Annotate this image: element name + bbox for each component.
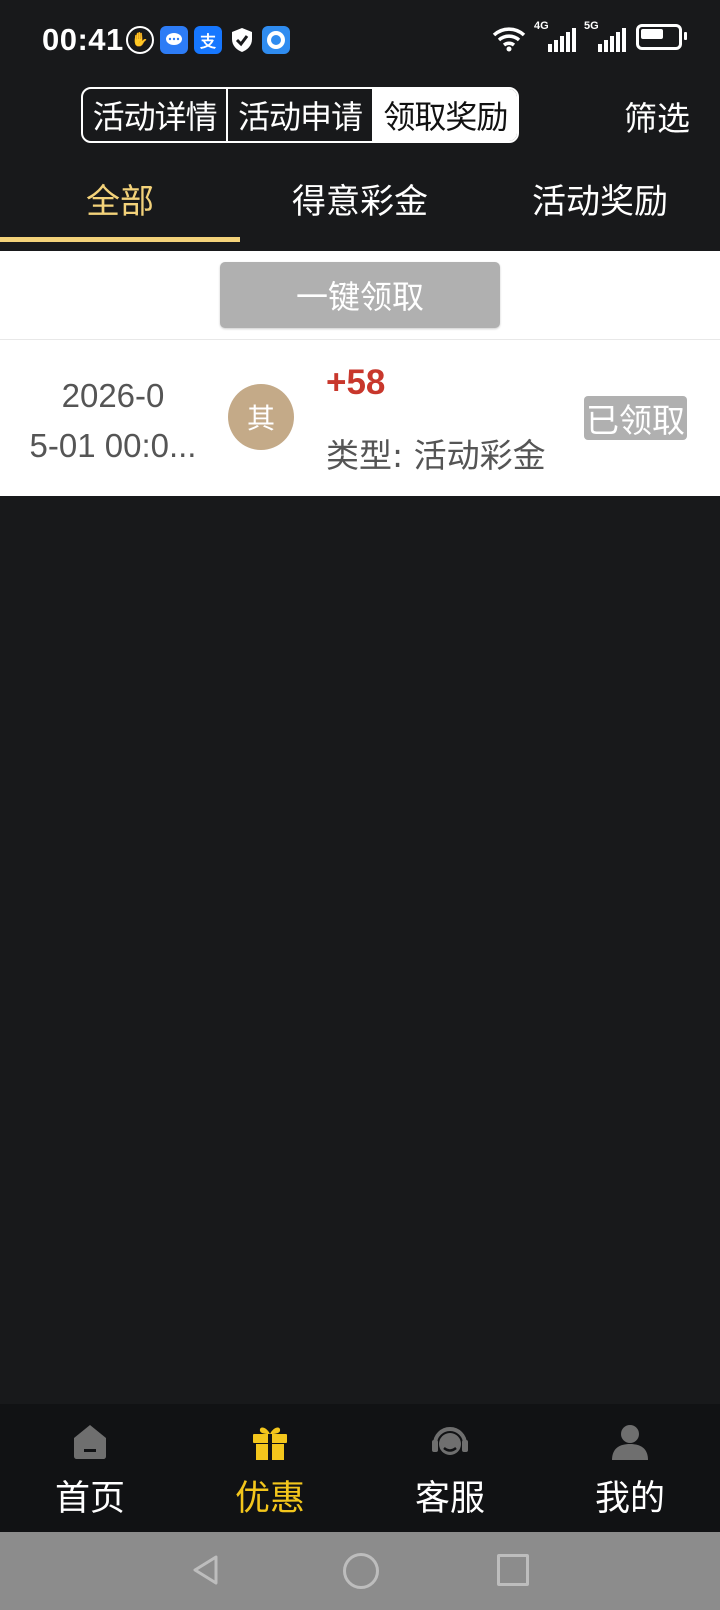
- bottom-nav: 首页 优惠 客服 我的: [0, 1404, 720, 1532]
- system-status-icons: 4G 5G: [492, 20, 687, 52]
- signal-5g-icon: 5G: [584, 20, 626, 52]
- nav-item-home[interactable]: 首页: [0, 1404, 180, 1532]
- signal-4g-icon: 4G: [534, 20, 576, 52]
- record-type: 类型: 活动彩金: [326, 436, 546, 475]
- recent-apps-icon[interactable]: [497, 1554, 529, 1586]
- claim-all-button[interactable]: 一键领取: [220, 262, 500, 328]
- back-icon[interactable]: [190, 1554, 222, 1586]
- message-app-icon: [160, 26, 188, 54]
- nav-label-mine: 我的: [594, 1479, 665, 1519]
- segment-activity-details[interactable]: 活动详情: [83, 89, 229, 141]
- tab-all[interactable]: 全部: [0, 160, 240, 242]
- category-tabs: 全部 得意彩金 活动奖励: [0, 160, 720, 242]
- status-bar: 00:41 ✋ 支 4G 5G: [0, 0, 720, 84]
- screen: 00:41 ✋ 支 4G 5G 活动详情 活动申请 领取奖励 筛选 全部 得意彩…: [0, 0, 720, 1610]
- nav-item-mine[interactable]: 我的: [540, 1404, 720, 1532]
- system-navigation-bar: [0, 1532, 720, 1610]
- record-amount: +58: [326, 363, 386, 402]
- home-icon: [74, 1425, 106, 1459]
- headset-icon: [432, 1427, 468, 1455]
- list-item: 2026-0 5-01 00:0... 其 +58 类型: 活动彩金 已领取: [0, 341, 720, 496]
- alipay-icon: 支: [194, 26, 222, 54]
- battery-icon: [636, 24, 687, 50]
- segment-activity-apply[interactable]: 活动申请: [228, 89, 374, 141]
- browser-app-icon: [262, 26, 290, 54]
- shield-check-icon: [228, 26, 256, 54]
- nav-item-support[interactable]: 客服: [360, 1404, 540, 1532]
- rewards-list: 一键领取 2026-0 5-01 00:0... 其 +58 类型: 活动彩金 …: [0, 251, 720, 496]
- status-badge: 已领取: [584, 396, 687, 440]
- status-time: 00:41: [42, 22, 124, 57]
- segment-claim-rewards[interactable]: 领取奖励: [373, 89, 517, 141]
- record-date-line1: 2026-0: [61, 377, 165, 414]
- tab-bonus[interactable]: 得意彩金: [240, 160, 480, 242]
- wifi-icon: [492, 27, 526, 52]
- notification-icons: ✋ 支: [126, 26, 290, 54]
- page-segment-control: 活动详情 活动申请 领取奖励: [81, 87, 519, 143]
- hand-stop-icon: ✋: [126, 26, 154, 54]
- nav-label-offers: 优惠: [234, 1479, 305, 1519]
- home-circle-icon[interactable]: [343, 1553, 379, 1589]
- divider: [0, 339, 720, 340]
- nav-label-home: 首页: [54, 1479, 125, 1519]
- gift-icon: [253, 1427, 287, 1460]
- record-date: 2026-0 5-01 00:0...: [18, 371, 208, 471]
- nav-item-offers[interactable]: 优惠: [180, 1404, 360, 1532]
- record-date-line2: 5-01 00:0...: [29, 427, 197, 464]
- nav-label-support: 客服: [414, 1479, 485, 1519]
- tab-activity-rewards[interactable]: 活动奖励: [480, 160, 720, 242]
- filter-button[interactable]: 筛选: [624, 92, 690, 140]
- record-avatar: 其: [228, 384, 294, 450]
- user-icon: [612, 1425, 648, 1460]
